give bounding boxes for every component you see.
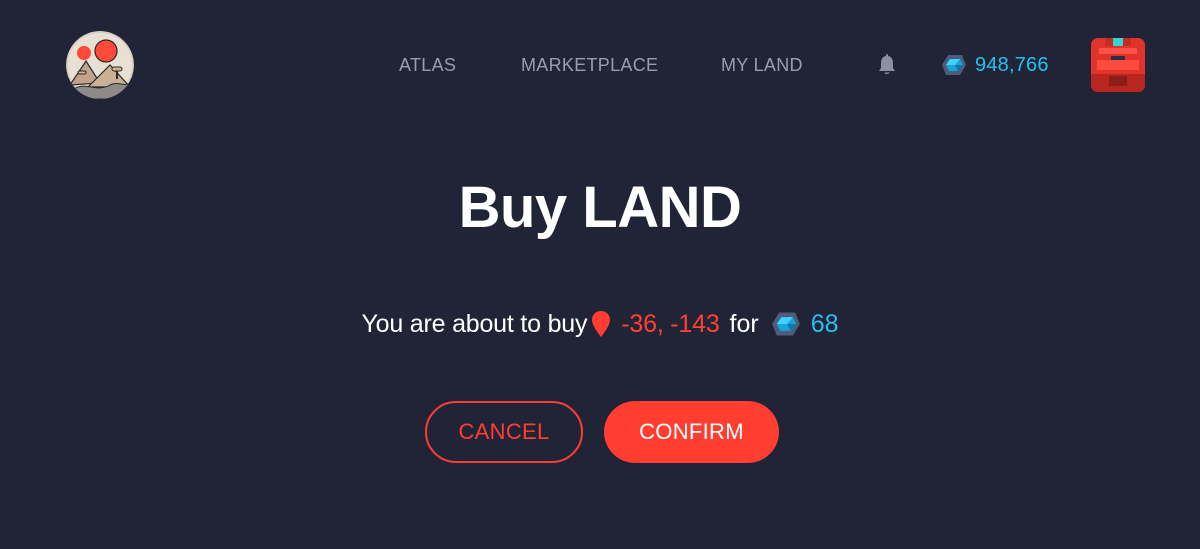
mana-balance-value: 948,766 [975, 53, 1049, 76]
mana-balance[interactable]: 948,766 [941, 52, 1049, 78]
confirm-button[interactable]: CONFIRM [604, 401, 779, 463]
top-navbar: ATLAS MARKETPLACE MY LAND 948,766 [0, 0, 1200, 130]
purchase-for-text: for [729, 309, 759, 338]
purchase-prefix-text: You are about to buy [361, 309, 588, 338]
mana-icon [771, 309, 801, 339]
purchase-price: 68 [810, 309, 839, 338]
nav-atlas-link[interactable]: ATLAS [399, 52, 456, 78]
decentraland-logo-icon[interactable] [66, 31, 134, 99]
parcel-coordinates[interactable]: -36, -143 [621, 310, 719, 339]
bell-icon[interactable] [876, 53, 898, 77]
nav-marketplace-link[interactable]: MARKETPLACE [521, 52, 658, 78]
nav-my-land-link[interactable]: MY LAND [721, 52, 803, 78]
page-title: Buy LAND [458, 175, 742, 240]
mana-icon [941, 52, 967, 78]
purchase-summary: You are about to buy -36, -143 for 68 [0, 305, 1200, 343]
user-avatar-icon[interactable] [1091, 38, 1145, 92]
cancel-button[interactable]: CANCEL [425, 401, 583, 463]
map-pin-icon [591, 310, 611, 338]
